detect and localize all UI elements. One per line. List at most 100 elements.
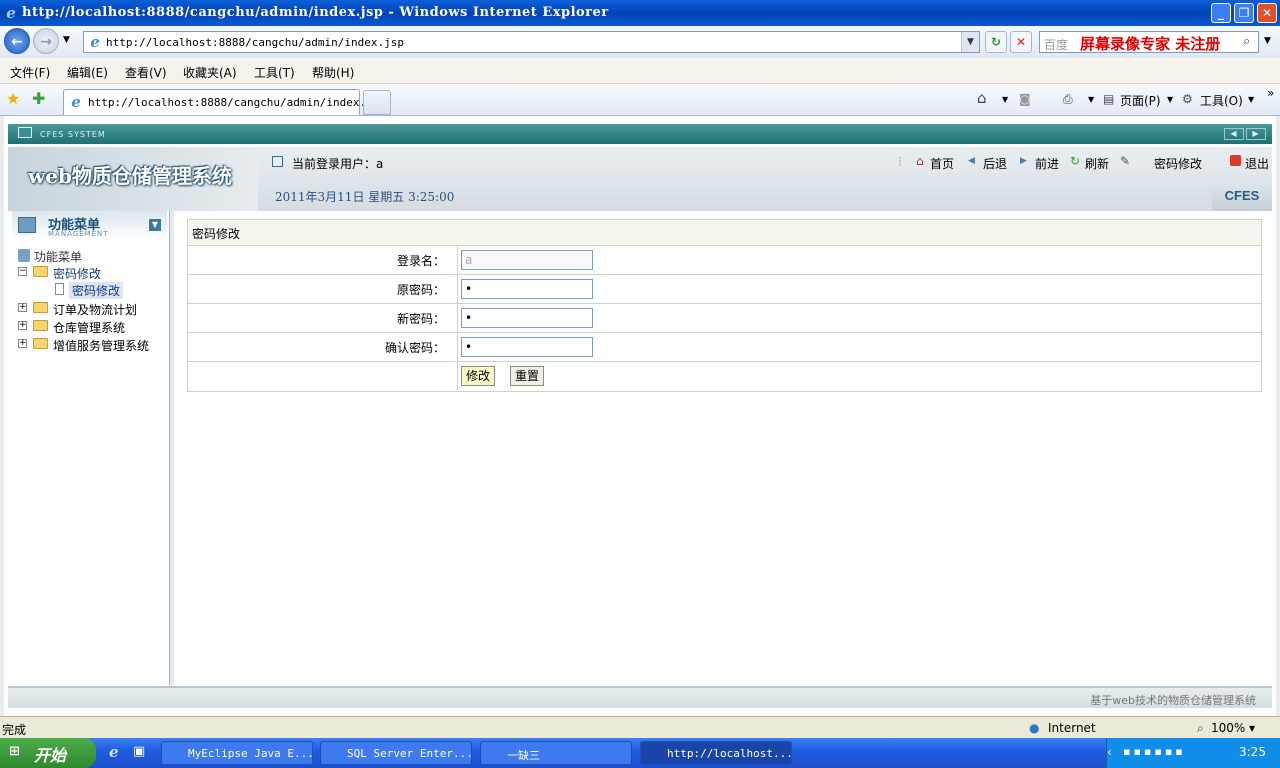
page-dropdown-icon[interactable]: ▼ — [1167, 95, 1173, 104]
page-menu-button[interactable]: 页面(P) — [1120, 92, 1161, 109]
stop-icon[interactable]: ✕ — [1010, 31, 1032, 53]
tree-expand-icon[interactable]: + — [18, 339, 27, 348]
collapse-icon[interactable]: ▼ — [149, 219, 161, 231]
nav-forward-link[interactable]: 前进 — [1035, 155, 1059, 172]
close-button[interactable]: ✕ — [1257, 3, 1277, 23]
tree-expand-icon[interactable]: + — [18, 303, 27, 312]
reset-button[interactable]: 重置 — [510, 366, 544, 386]
nav-home-link[interactable]: 首页 — [930, 155, 954, 172]
system-bar: CFES SYSTEM ◀ ▶ — [8, 124, 1272, 144]
home-icon[interactable]: ⌂ — [977, 89, 987, 107]
pencil-icon: ✎ — [1120, 154, 1131, 168]
tray-icons[interactable]: ▪▪▪▪▪▪ — [1123, 745, 1186, 758]
prev-arrow-icon[interactable]: ◀ — [1224, 128, 1244, 140]
nav-change-password-link[interactable]: 密码修改 — [1154, 155, 1202, 172]
ie-quicklaunch-icon[interactable]: e — [109, 743, 119, 761]
print-icon[interactable]: ⎙ — [1063, 92, 1073, 107]
page-icon: e — [90, 33, 100, 51]
task-folder[interactable]: 一缺三 — [480, 741, 632, 765]
task-sqlserver[interactable]: SQL Server Enter... — [320, 741, 472, 765]
old-password-label: 原密码： — [188, 275, 458, 303]
menu-file[interactable]: 文件(F) — [10, 64, 50, 81]
sidebar-subitem-password[interactable]: 密码修改 — [69, 282, 124, 299]
tools-dropdown-icon[interactable]: ▼ — [1248, 95, 1254, 104]
zoom-dropdown-icon[interactable]: ▼ — [1249, 724, 1255, 733]
clock: 3:25 — [1239, 745, 1266, 759]
form-row-login: 登录名： a — [188, 246, 1261, 275]
nav-logout-link[interactable]: 退出 — [1245, 155, 1269, 172]
windows-logo-icon: ⊞ — [9, 744, 20, 759]
login-name-field[interactable]: a — [461, 250, 593, 270]
zoom-level[interactable]: 100% — [1211, 721, 1245, 735]
nav-refresh-link[interactable]: 刷新 — [1085, 155, 1109, 172]
home-icon: ⌂ — [916, 154, 924, 168]
address-dropdown-icon[interactable]: ▼ — [961, 32, 979, 52]
sidebar-header: 功能菜单 MANAGEMENT ▼ — [12, 211, 167, 241]
minimize-button[interactable]: _ — [1211, 3, 1231, 23]
print-dropdown-icon[interactable]: ▼ — [1088, 95, 1094, 104]
task-myeclipse[interactable]: MyEclipse Java E... — [161, 741, 313, 765]
tree-collapse-icon[interactable]: − — [18, 267, 27, 276]
confirm-password-label: 确认密码： — [188, 333, 458, 361]
maximize-button[interactable]: ❐ — [1234, 3, 1254, 23]
tree-expand-icon[interactable]: + — [18, 321, 27, 330]
recorder-watermark: 屏幕录像专家 未注册 — [1080, 35, 1221, 53]
menu-help[interactable]: 帮助(H) — [312, 64, 354, 81]
system-tray: ‹ ▪▪▪▪▪▪ 3:25 — [1106, 738, 1280, 768]
folder-icon — [33, 320, 48, 331]
start-label: 开始 — [34, 746, 67, 765]
search-placeholder: 百度 — [1044, 38, 1069, 52]
search-icon[interactable]: ⌕ — [1243, 34, 1250, 49]
address-text: http://localhost:8888/cangchu/admin/inde… — [106, 36, 405, 49]
submit-button[interactable]: 修改 — [461, 366, 495, 386]
feeds-icon[interactable]: ◙ — [1019, 92, 1031, 106]
menu-edit[interactable]: 编辑(E) — [67, 64, 108, 81]
tray-expand-icon[interactable]: ‹ — [1107, 745, 1112, 759]
chevron-more-icon[interactable]: » — [1267, 86, 1274, 100]
search-input[interactable]: 百度 屏幕录像专家 未注册 — [1039, 31, 1259, 53]
tree-root-label[interactable]: 功能菜单 — [34, 248, 82, 265]
brand-badge: CFES — [1212, 180, 1272, 211]
task-ie[interactable]: http://localhost... — [640, 741, 792, 765]
desktop-quicklaunch-icon[interactable]: ▣ — [133, 744, 145, 759]
menu-favorites[interactable]: 收藏夹(A) — [183, 64, 237, 81]
menu-tools[interactable]: 工具(T) — [254, 64, 295, 81]
add-favorite-icon[interactable]: ✚ — [32, 89, 45, 108]
confirm-password-field[interactable]: • — [461, 337, 593, 357]
menu-view[interactable]: 查看(V) — [125, 64, 167, 81]
tools-menu-button[interactable]: 工具(O) — [1200, 92, 1243, 109]
folder-icon — [33, 338, 48, 349]
window-title: http://localhost:8888/cangchu/admin/inde… — [22, 5, 609, 20]
form-row-old-password: 原密码： • — [188, 275, 1261, 304]
menu-bar: 文件(F) 编辑(E) 查看(V) 收藏夹(A) 工具(T) 帮助(H) — [0, 58, 1280, 84]
current-user: 当前登录用户：a — [292, 157, 384, 171]
logout-icon — [1230, 155, 1241, 166]
sidebar-item-password[interactable]: 密码修改 — [53, 265, 101, 282]
new-tab-button[interactable] — [363, 90, 391, 115]
favorites-star-icon[interactable]: ★ — [6, 89, 20, 108]
refresh-icon[interactable]: ↻ — [985, 31, 1007, 53]
forward-button[interactable]: → — [33, 28, 59, 54]
form-row-confirm-password: 确认密码： • — [188, 333, 1261, 362]
start-button[interactable]: ⊞ 开始 — [0, 738, 96, 768]
sidebar-item-warehouse[interactable]: 仓库管理系统 — [53, 319, 125, 336]
navigation-bar: ← → ▼ e http://localhost:8888/cangchu/ad… — [0, 26, 1280, 58]
next-arrow-icon[interactable]: ▶ — [1246, 128, 1266, 140]
new-password-field[interactable]: • — [461, 308, 593, 328]
address-bar[interactable]: e http://localhost:8888/cangchu/admin/in… — [83, 31, 980, 53]
page-icon — [55, 283, 64, 295]
old-password-field[interactable]: • — [461, 279, 593, 299]
recent-pages-dropdown-icon[interactable]: ▼ — [63, 35, 70, 45]
ie-icon: e — [6, 4, 16, 22]
tab-current-page[interactable]: e http://localhost:8888/cangchu/admin/in… — [63, 89, 379, 115]
folder-open-icon — [33, 266, 48, 277]
nav-back-link[interactable]: 后退 — [983, 155, 1007, 172]
home-dropdown-icon[interactable]: ▼ — [1002, 95, 1008, 104]
sidebar: 功能菜单 MANAGEMENT ▼ 功能菜单 − 密码修改 密码修改 + 订单及… — [8, 211, 170, 685]
tab-bar: ★ ✚ e http://localhost:8888/cangchu/admi… — [0, 84, 1280, 116]
back-button[interactable]: ← — [4, 28, 30, 54]
sidebar-item-orders[interactable]: 订单及物流计划 — [53, 301, 137, 318]
search-options-icon[interactable]: ▼ — [1264, 36, 1271, 46]
sidebar-item-value-added[interactable]: 增值服务管理系统 — [53, 337, 149, 354]
user-icon — [272, 156, 283, 167]
